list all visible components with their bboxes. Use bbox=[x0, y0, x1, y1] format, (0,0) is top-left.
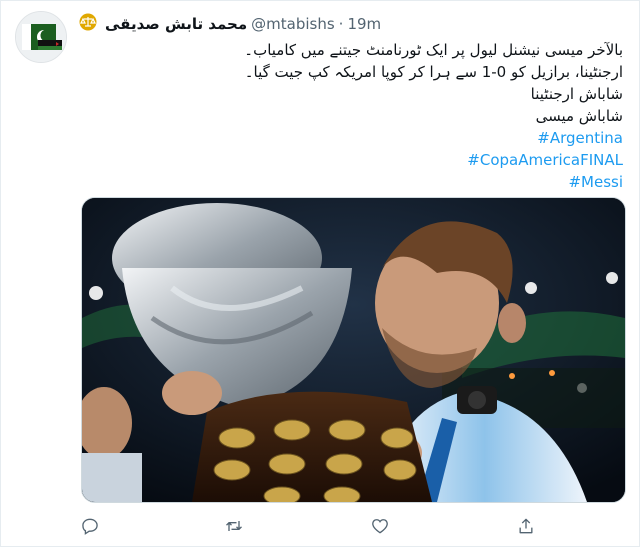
reply-icon bbox=[82, 518, 98, 535]
separator-dot: · bbox=[338, 15, 344, 33]
scales-icon bbox=[79, 13, 97, 35]
avatar-flag-image bbox=[16, 12, 66, 62]
hashtag-argentina[interactable]: #Argentina bbox=[537, 129, 623, 147]
share-button[interactable] bbox=[509, 511, 543, 541]
retweet-icon bbox=[226, 521, 242, 531]
tweet-header: محمد تابش صدیقی @mtabishs · 19m bbox=[77, 13, 381, 35]
tweet-line-1: بالآخر میسی نیشنل لیول پر ایک ٹورنامنٹ ج… bbox=[244, 41, 623, 59]
heart-icon bbox=[372, 519, 388, 534]
share-icon bbox=[519, 518, 533, 534]
timestamp[interactable]: 19m bbox=[347, 15, 381, 33]
tweet-actions bbox=[81, 511, 551, 541]
tweet-text: بالآخر میسی نیشنل لیول پر ایک ٹورنامنٹ ج… bbox=[83, 39, 623, 193]
tweet-line-3: شاباش ارجنٹینا bbox=[530, 85, 623, 103]
tweet-line-4: شاباش میسی bbox=[535, 107, 623, 125]
user-handle[interactable]: @mtabishs bbox=[251, 15, 335, 33]
tweet-media-photo[interactable] bbox=[81, 197, 626, 503]
hashtag-copa-america-final[interactable]: #CopaAmericaFINAL bbox=[467, 151, 623, 169]
like-button[interactable] bbox=[363, 511, 397, 541]
trophy-kiss-photo bbox=[82, 198, 625, 502]
tweet-card[interactable]: محمد تابش صدیقی @mtabishs · 19m بالآخر م… bbox=[0, 0, 640, 547]
tweet-line-2: ارجنٹینا، برازیل کو 0-1 سے ہرا کر کوپا ا… bbox=[244, 63, 623, 81]
display-name[interactable]: محمد تابش صدیقی bbox=[105, 15, 247, 33]
reply-button[interactable] bbox=[73, 511, 107, 541]
avatar[interactable] bbox=[15, 11, 67, 63]
hashtag-messi[interactable]: #Messi bbox=[568, 173, 623, 191]
retweet-button[interactable] bbox=[217, 511, 251, 541]
